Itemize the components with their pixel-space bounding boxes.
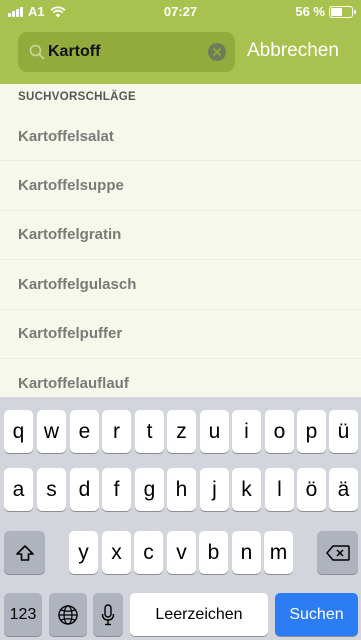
- key[interactable]: q: [4, 410, 33, 453]
- key[interactable]: n: [232, 531, 261, 574]
- key[interactable]: m: [264, 531, 293, 574]
- key[interactable]: r: [102, 410, 131, 453]
- key[interactable]: s: [37, 468, 66, 511]
- key[interactable]: f: [102, 468, 131, 511]
- key[interactable]: d: [70, 468, 99, 511]
- key[interactable]: w: [37, 410, 66, 453]
- microphone-icon: [101, 603, 115, 625]
- search-input[interactable]: [48, 32, 198, 72]
- key[interactable]: v: [167, 531, 196, 574]
- key[interactable]: j: [200, 468, 229, 511]
- backspace-key[interactable]: [317, 531, 358, 574]
- key[interactable]: o: [265, 410, 294, 453]
- battery-percent: 56 %: [295, 4, 325, 19]
- suggestions-heading: SUCHVORSCHLÄGE: [18, 91, 136, 103]
- suggestion-item[interactable]: Kartoffelsuppe: [0, 161, 361, 211]
- key[interactable]: x: [102, 531, 131, 574]
- suggestion-item[interactable]: Kartoffelgulasch: [0, 260, 361, 310]
- suggestion-item[interactable]: Kartoffelpuffer: [0, 310, 361, 359]
- suggestion-list: Kartoffelsalat Kartoffelsuppe Kartoffelg…: [0, 112, 361, 409]
- backspace-icon: [325, 544, 350, 561]
- search-field[interactable]: [18, 32, 235, 72]
- key[interactable]: t: [135, 410, 164, 453]
- dictation-key[interactable]: [93, 593, 123, 636]
- cancel-button[interactable]: Abbrechen: [247, 40, 339, 62]
- suggestion-item[interactable]: Kartoffelgratin: [0, 211, 361, 261]
- key[interactable]: e: [70, 410, 99, 453]
- key[interactable]: h: [167, 468, 196, 511]
- key[interactable]: i: [232, 410, 261, 453]
- keyboard: q w e r t z u i o p ü a s d f g h j k l …: [0, 397, 361, 640]
- key[interactable]: k: [232, 468, 261, 511]
- header-bar: A1 07:27 56 % Abbrechen: [0, 0, 361, 84]
- battery-icon: [329, 5, 356, 18]
- numbers-key[interactable]: 123: [4, 593, 42, 636]
- globe-icon: [58, 604, 78, 625]
- key[interactable]: l: [265, 468, 294, 511]
- key[interactable]: b: [199, 531, 228, 574]
- shift-icon: [15, 544, 34, 561]
- key[interactable]: ä: [329, 468, 358, 511]
- key[interactable]: p: [297, 410, 326, 453]
- status-bar: A1 07:27 56 %: [0, 0, 361, 24]
- key[interactable]: y: [69, 531, 98, 574]
- search-icon: [29, 44, 45, 60]
- key[interactable]: u: [200, 410, 229, 453]
- suggestion-item[interactable]: Kartoffelsalat: [0, 112, 361, 162]
- shift-key[interactable]: [4, 531, 45, 574]
- key[interactable]: a: [4, 468, 33, 511]
- key[interactable]: z: [167, 410, 196, 453]
- globe-key[interactable]: [49, 593, 87, 636]
- clear-search-icon[interactable]: [208, 43, 226, 61]
- key[interactable]: c: [134, 531, 163, 574]
- key[interactable]: g: [135, 468, 164, 511]
- key[interactable]: ö: [297, 468, 326, 511]
- key[interactable]: ü: [329, 410, 358, 453]
- space-key[interactable]: Leerzeichen: [130, 593, 268, 636]
- search-key[interactable]: Suchen: [275, 593, 358, 636]
